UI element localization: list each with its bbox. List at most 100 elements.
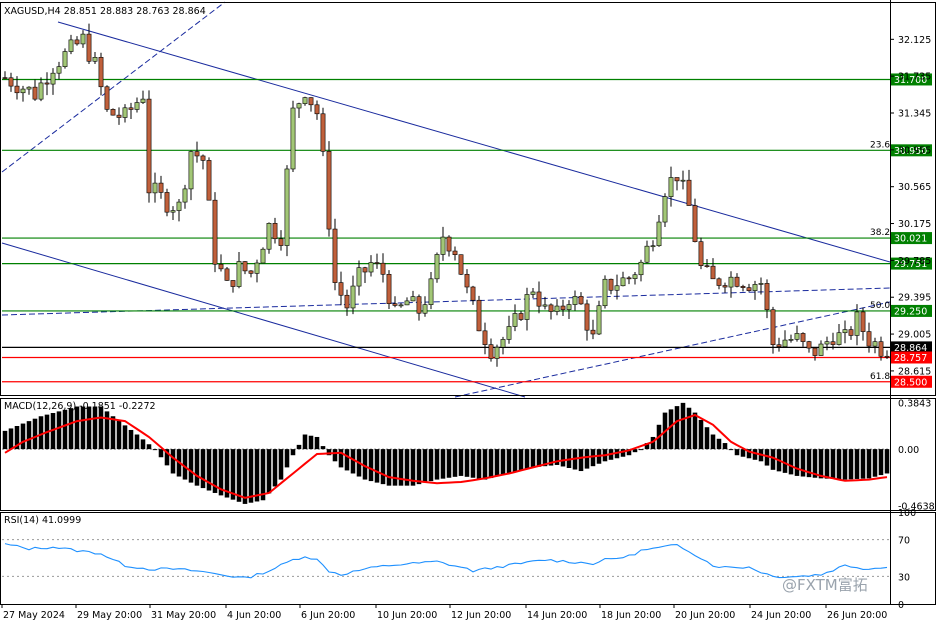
candle-body xyxy=(302,97,308,104)
macd-bar xyxy=(728,449,734,451)
candle-body xyxy=(842,329,848,334)
macd-bar xyxy=(266,449,272,494)
macd-bar xyxy=(800,449,806,477)
candle-body xyxy=(506,326,512,340)
price-tick-label: 28.615 xyxy=(898,366,931,377)
macd-bar xyxy=(878,449,884,476)
candle-body xyxy=(608,278,614,291)
macd-bar xyxy=(716,438,722,450)
macd-bar xyxy=(374,449,380,483)
candle-body xyxy=(92,57,98,62)
candle-body xyxy=(710,265,716,280)
candle-body xyxy=(122,107,128,118)
macd-bar xyxy=(272,449,278,487)
macd-bar xyxy=(794,449,800,476)
candle-body xyxy=(116,114,122,118)
macd-bar xyxy=(686,407,692,450)
candle-body xyxy=(254,262,260,274)
macd-bar xyxy=(524,449,530,469)
macd-bar xyxy=(62,409,68,450)
candle-body xyxy=(98,57,104,88)
candle-body xyxy=(416,296,422,314)
macd-bar xyxy=(788,449,794,475)
macd-bar xyxy=(344,449,350,471)
candle-body xyxy=(830,341,836,345)
macd-bar xyxy=(500,449,506,475)
macd-bar xyxy=(470,449,476,478)
candle-body xyxy=(692,205,698,242)
price-tick-label: 29.785 xyxy=(898,256,931,267)
macd-bar xyxy=(2,430,8,450)
time-tick-label: 12 Jun 20:00 xyxy=(451,610,511,621)
macd-bar xyxy=(86,406,92,450)
candle-body xyxy=(806,341,812,349)
candle-body xyxy=(440,236,446,255)
macd-bar xyxy=(824,449,830,479)
macd-tick-label: 0.3843 xyxy=(898,398,931,409)
candle-body xyxy=(584,303,590,331)
candle-body xyxy=(770,309,776,346)
candle-body xyxy=(38,82,44,100)
macd-bar xyxy=(440,449,446,479)
candle-body xyxy=(134,102,140,110)
candle-body xyxy=(236,261,242,287)
candle-body xyxy=(602,278,608,307)
macd-bar xyxy=(8,428,14,450)
candle-body xyxy=(788,339,794,341)
candle-body xyxy=(800,333,806,342)
candle-body xyxy=(266,223,272,250)
candle-body xyxy=(872,341,878,347)
candle-body xyxy=(656,221,662,247)
time-tick-label: 6 Jun 20:00 xyxy=(301,610,355,621)
time-tick-label: 18 Jun 20:00 xyxy=(601,610,661,621)
candle-body xyxy=(314,104,320,115)
macd-bar xyxy=(110,416,116,450)
candle-body xyxy=(560,305,566,310)
candle-body xyxy=(650,245,656,248)
candle-body xyxy=(242,261,248,272)
candle-body xyxy=(746,287,752,291)
macd-bar xyxy=(506,449,512,474)
candle-body xyxy=(434,254,440,280)
candle-body xyxy=(518,313,524,320)
candle-body xyxy=(44,82,50,85)
macd-bar xyxy=(122,425,128,450)
candle-body xyxy=(194,151,200,157)
time-tick-label: 10 Jun 20:00 xyxy=(377,610,437,621)
candle-body xyxy=(182,188,188,203)
fib-label-3: 61.8 xyxy=(870,372,890,382)
candle-body xyxy=(428,278,434,305)
macd-bar xyxy=(518,449,524,471)
macd-bar xyxy=(320,446,326,450)
candle-body xyxy=(374,262,380,264)
candle-body xyxy=(524,294,530,320)
candle-body xyxy=(554,305,560,312)
fib-label-0: 23.6 xyxy=(870,140,890,150)
price-tick-label: 32.125 xyxy=(898,35,931,46)
candle-body xyxy=(110,109,116,116)
macd-bar xyxy=(494,449,500,477)
candle-body xyxy=(494,346,500,359)
macd-bar xyxy=(722,443,728,450)
candle-body xyxy=(86,33,92,62)
candle-body xyxy=(224,268,230,281)
candle-body xyxy=(26,86,32,90)
macd-bar xyxy=(674,406,680,450)
macd-bar xyxy=(332,449,338,462)
candle-body xyxy=(482,330,488,345)
rsi-title: RSI(14) 41.0999 xyxy=(4,515,81,526)
macd-bar xyxy=(584,449,590,469)
macd-bar xyxy=(734,449,740,456)
candle-body xyxy=(152,182,158,194)
macd-bar xyxy=(782,449,788,473)
candle-body xyxy=(326,151,332,230)
macd-bar xyxy=(116,420,122,450)
time-tick-label: 31 May 20:00 xyxy=(151,610,216,621)
macd-bar xyxy=(278,449,284,480)
rsi-tick-label: 70 xyxy=(898,536,910,547)
candle-body xyxy=(356,267,362,287)
candle-body xyxy=(632,274,638,279)
macd-bar xyxy=(290,449,296,456)
macd-bar xyxy=(842,449,848,480)
candle-body xyxy=(812,347,818,356)
